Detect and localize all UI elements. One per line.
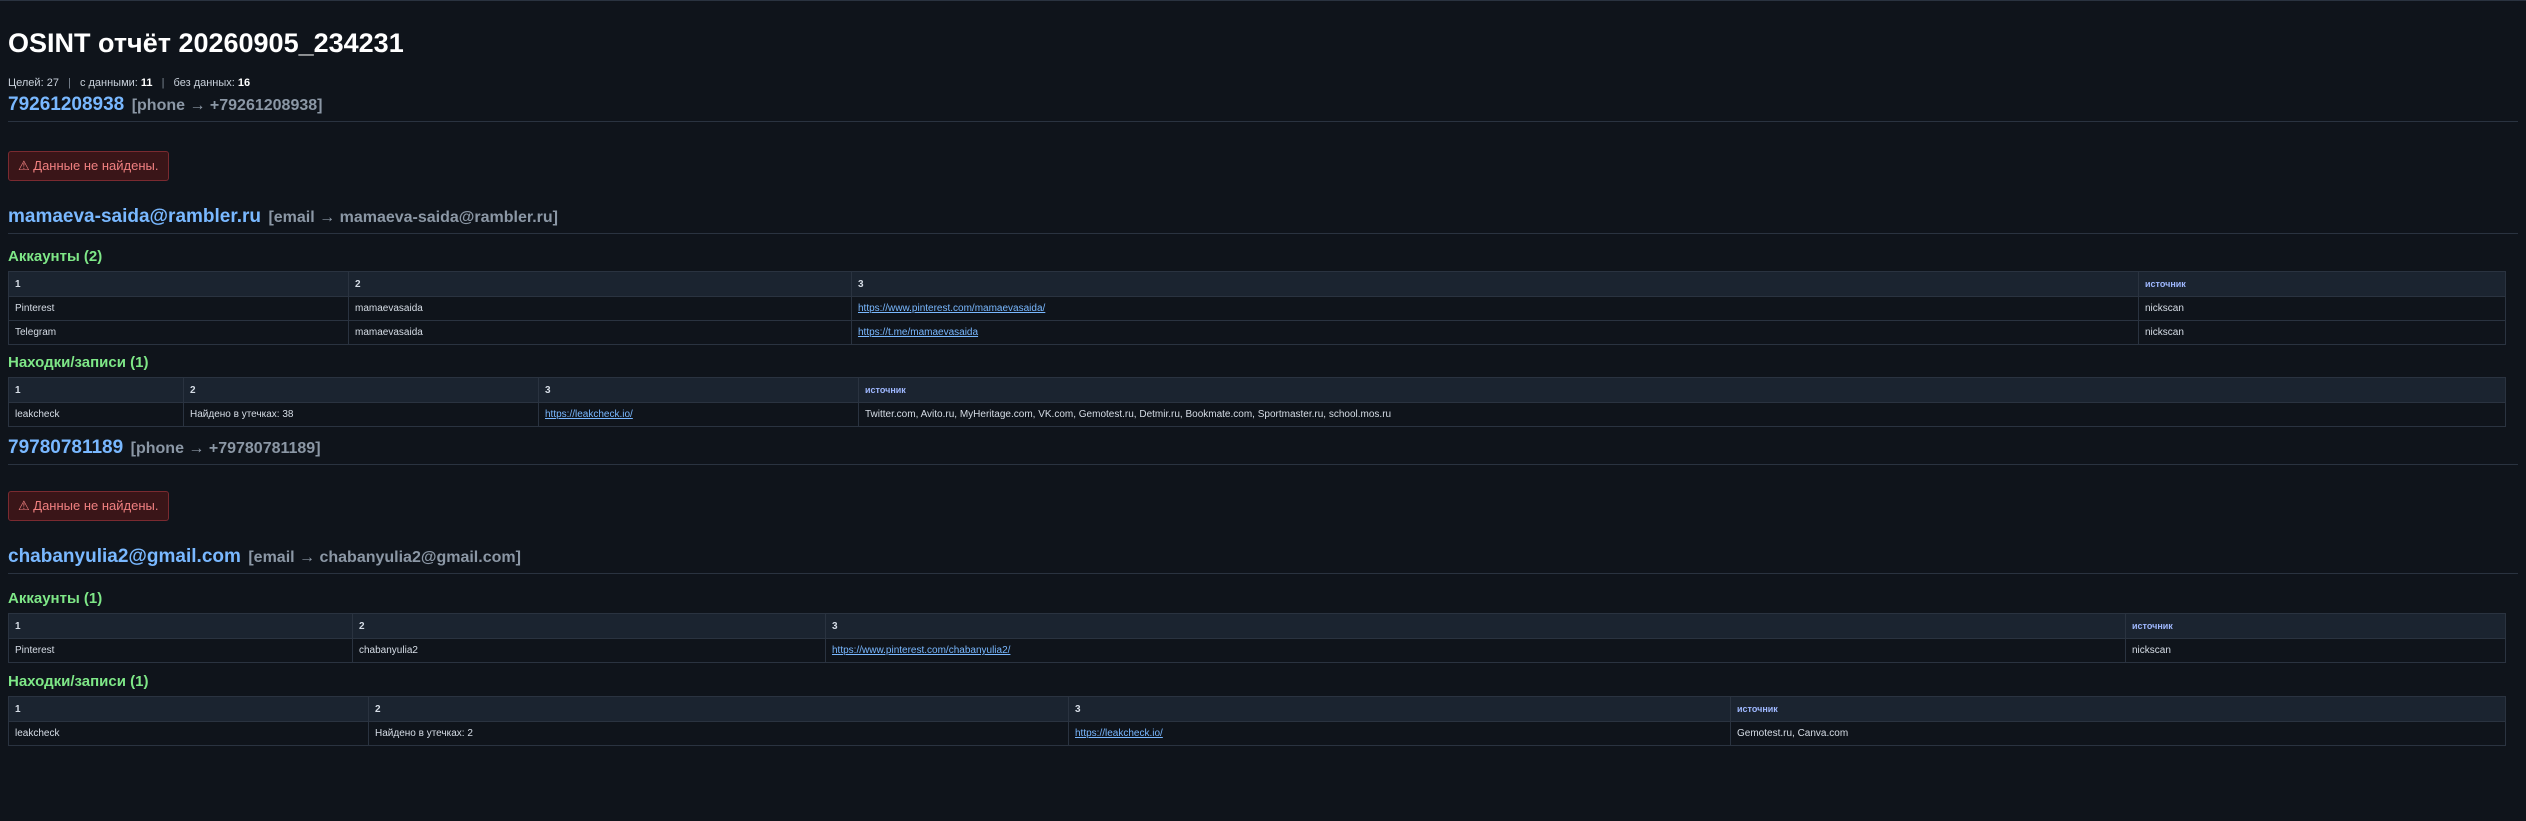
source-name-cell: leakcheck bbox=[8, 721, 369, 746]
column-header: 2 bbox=[183, 377, 539, 403]
column-header: 3 bbox=[851, 271, 2139, 297]
accounts-section-title: Аккаунты (1) bbox=[8, 590, 103, 607]
sites-cell: Gemotest.ru, Canva.com bbox=[1730, 721, 2506, 746]
column-header: 2 bbox=[348, 271, 852, 297]
table-row: Pinterest mamaevasaida https://www.pinte… bbox=[8, 296, 2506, 321]
findings-section-title: Находки/записи (1) bbox=[8, 673, 149, 690]
targets-count: 27 bbox=[46, 77, 59, 89]
profile-link[interactable]: https://t.me/mamaevasaida bbox=[858, 327, 978, 338]
username-cell: mamaevasaida bbox=[348, 320, 852, 345]
column-header: 1 bbox=[8, 613, 353, 639]
summary-bar: Целей: 27 | с данными: 11 | без данных: … bbox=[8, 75, 2518, 91]
column-header-source: источник bbox=[2125, 613, 2506, 639]
profile-link[interactable]: https://www.pinterest.com/chabanyulia2/ bbox=[832, 645, 1010, 656]
url-cell: https://www.pinterest.com/chabanyulia2/ bbox=[825, 638, 2126, 663]
target-meta: [email → mamaeva-saida@rambler.ru] bbox=[268, 209, 558, 226]
target-value: 79261208938 bbox=[8, 94, 125, 115]
no-data-alert: ⚠ Данные не найдены. bbox=[8, 491, 169, 521]
platform-cell: Pinterest bbox=[8, 638, 353, 663]
table-row: Pinterest chabanyulia2 https://www.pinte… bbox=[8, 638, 2506, 663]
profile-link[interactable]: https://www.pinterest.com/mamaevasaida/ bbox=[858, 303, 1045, 314]
username-cell: chabanyulia2 bbox=[352, 638, 826, 663]
targets-label: Целей: bbox=[8, 77, 44, 89]
table-row: Telegram mamaevasaida https://t.me/mamae… bbox=[8, 320, 2506, 345]
target-heading: 79261208938 [phone → +79261208938] bbox=[8, 93, 2518, 122]
findings-section-title: Находки/записи (1) bbox=[8, 354, 149, 371]
target-heading: chabanyulia2@gmail.com [email → chabanyu… bbox=[8, 545, 2518, 574]
column-header: 3 bbox=[825, 613, 2126, 639]
leakcheck-link[interactable]: https://leakcheck.io/ bbox=[545, 409, 633, 420]
url-cell: https://leakcheck.io/ bbox=[1068, 721, 1731, 746]
column-header: 2 bbox=[368, 696, 1069, 722]
separator: | bbox=[161, 77, 165, 89]
table-row: leakcheck Найдено в утечках: 2 https://l… bbox=[8, 721, 2506, 746]
no-data-alert: ⚠ Данные не найдены. bbox=[8, 151, 169, 181]
url-cell: https://www.pinterest.com/mamaevasaida/ bbox=[851, 296, 2139, 321]
accounts-section-title: Аккаунты (2) bbox=[8, 248, 103, 265]
no-data-count: 16 bbox=[237, 77, 251, 89]
accounts-table: 1 2 3 источник Pinterest mamaevasaida ht… bbox=[8, 271, 2506, 345]
column-header: 1 bbox=[8, 271, 349, 297]
source-cell: nickscan bbox=[2138, 296, 2506, 321]
column-header-source: источник bbox=[1730, 696, 2506, 722]
username-cell: mamaevasaida bbox=[348, 296, 852, 321]
table-row: leakcheck Найдено в утечках: 38 https://… bbox=[8, 402, 2506, 427]
column-header: 2 bbox=[352, 613, 826, 639]
target-meta: [phone → +79780781189] bbox=[130, 440, 321, 457]
with-data-label: с данными: bbox=[79, 77, 138, 89]
finding-cell: Найдено в утечках: 38 bbox=[183, 402, 539, 427]
separator: | bbox=[68, 77, 71, 89]
column-header: 3 bbox=[538, 377, 859, 403]
finding-cell: Найдено в утечках: 2 bbox=[368, 721, 1069, 746]
url-cell: https://t.me/mamaevasaida bbox=[851, 320, 2139, 345]
url-cell: https://leakcheck.io/ bbox=[538, 402, 859, 427]
page-title: OSINT отчёт 20260905_234231 bbox=[8, 28, 404, 58]
source-cell: nickscan bbox=[2138, 320, 2506, 345]
sites-cell: Twitter.com, Avito.ru, MyHeritage.com, V… bbox=[858, 402, 2506, 427]
platform-cell: Telegram bbox=[8, 320, 349, 345]
target-heading: mamaeva-saida@rambler.ru [email → mamaev… bbox=[8, 205, 2518, 234]
target-heading: 79780781189 [phone → +79780781189] bbox=[8, 436, 2518, 465]
column-header-source: источник bbox=[858, 377, 2506, 403]
target-value: chabanyulia2@gmail.com bbox=[8, 546, 241, 567]
column-header: 1 bbox=[8, 377, 184, 403]
leakcheck-link[interactable]: https://leakcheck.io/ bbox=[1075, 728, 1163, 739]
target-meta: [email → chabanyulia2@gmail.com] bbox=[248, 549, 521, 566]
report: OSINT отчёт 20260905_234231 Целей: 27 | … bbox=[0, 1, 2526, 746]
source-cell: nickscan bbox=[2125, 638, 2506, 663]
target-meta: [phone → +79261208938] bbox=[131, 97, 323, 114]
no-data-label: без данных: bbox=[173, 77, 235, 89]
with-data-count: 11 bbox=[140, 77, 153, 89]
source-name-cell: leakcheck bbox=[8, 402, 184, 427]
column-header-source: источник bbox=[2138, 271, 2506, 297]
findings-table: 1 2 3 источник leakcheck Найдено в утечк… bbox=[8, 377, 2506, 427]
target-value: mamaeva-saida@rambler.ru bbox=[8, 206, 261, 227]
platform-cell: Pinterest bbox=[8, 296, 349, 321]
column-header: 3 bbox=[1068, 696, 1731, 722]
column-header: 1 bbox=[8, 696, 369, 722]
target-value: 79780781189 bbox=[8, 437, 124, 458]
accounts-table: 1 2 3 источник Pinterest chabanyulia2 ht… bbox=[8, 613, 2506, 663]
findings-table: 1 2 3 источник leakcheck Найдено в утечк… bbox=[8, 696, 2506, 746]
